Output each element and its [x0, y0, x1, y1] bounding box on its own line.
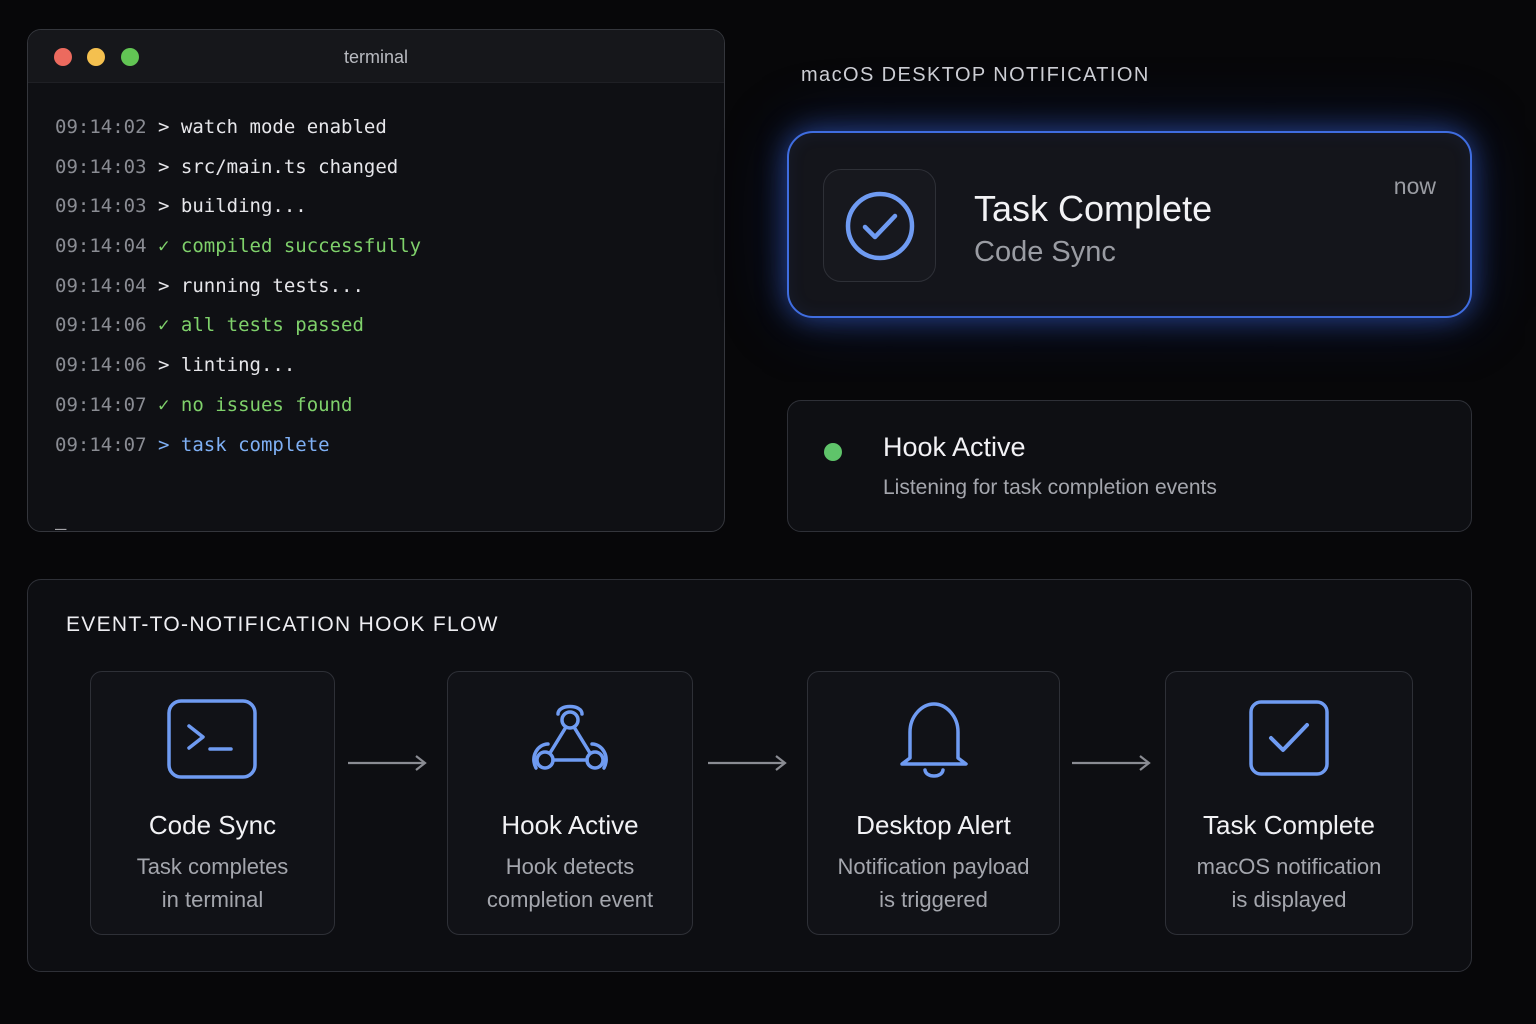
- arrow-right-icon: [348, 755, 427, 771]
- check-icon: ✓: [157, 314, 170, 337]
- terminal-line: 09:14:03 > building...: [55, 191, 421, 231]
- terminal-output: 09:14:02 > watch mode enabled 09:14:03 > …: [55, 112, 421, 469]
- terminal-message: all tests passed: [180, 314, 364, 337]
- prompt-prefix: >: [157, 354, 170, 377]
- terminal-title: terminal: [343, 47, 409, 67]
- flow-step-description: Task completes in terminal: [136, 854, 289, 912]
- prompt-prefix: >: [157, 155, 170, 178]
- terminal-line: 09:14:04 > running tests...: [55, 271, 421, 311]
- webhook-icon: [532, 704, 608, 770]
- prompt-prefix: >: [157, 116, 170, 138]
- flow-step-description: Hook detects completion event: [486, 854, 654, 912]
- terminal-timestamp: 09:14:07: [55, 393, 147, 416]
- terminal-line: 09:14:06 ✓ all tests passed: [55, 310, 421, 350]
- terminal-timestamp: 09:14:06: [55, 354, 147, 377]
- terminal-window[interactable]: terminal 09:14:02 > watch mode enabled 09…: [27, 29, 725, 532]
- check-circle-icon: [845, 191, 915, 261]
- arrow-right-icon: [708, 755, 787, 771]
- terminal-message: src/main.ts changed: [180, 155, 399, 178]
- status-indicator-dot: [824, 443, 842, 461]
- flow-step-title: Task Complete: [1203, 810, 1375, 840]
- terminal-timestamp: 09:14:03: [55, 195, 147, 218]
- arrow-right-icon: [1072, 755, 1151, 771]
- checkbox-icon: [1249, 700, 1329, 776]
- flow-step-description: Notification payload is triggered: [837, 854, 1030, 912]
- terminal-timestamp: 09:14:02: [55, 116, 147, 138]
- terminal-message: watch mode enabled: [180, 116, 387, 138]
- check-icon: ✓: [157, 393, 170, 416]
- terminal-cursor: _: [55, 508, 67, 530]
- flow-step-task-complete: Task Complete macOS notification is disp…: [1165, 671, 1413, 935]
- terminal-line: 09:14:07 > task complete: [55, 430, 421, 470]
- flow-step-hook-active: Hook Active Hook detects completion even…: [447, 671, 693, 935]
- notification-time: now: [1393, 173, 1436, 199]
- notification-app-icon: [823, 169, 936, 282]
- terminal-line: 09:14:03 > src/main.ts changed: [55, 152, 421, 192]
- flow-step-description: macOS notification is displayed: [1196, 854, 1382, 912]
- notification-section-heading: macOS DESKTOP NOTIFICATION: [801, 64, 1150, 86]
- prompt-prefix: >: [157, 433, 170, 456]
- hook-status-card: Hook Active Listening for task completio…: [787, 400, 1472, 532]
- hook-status-title: Hook Active: [883, 432, 1026, 462]
- terminal-message: task complete: [180, 433, 330, 456]
- terminal-icon: [166, 699, 257, 779]
- terminal-timestamp: 09:14:03: [55, 155, 147, 178]
- flow-step-title: Desktop Alert: [856, 810, 1011, 840]
- flow-step-title: Hook Active: [501, 810, 639, 840]
- flow-step-title: Code Sync: [148, 810, 277, 840]
- terminal-line: 09:14:04 ✓ compiled successfully: [55, 231, 421, 271]
- prompt-prefix: >: [157, 195, 170, 218]
- terminal-line: 09:14:07 ✓ no issues found: [55, 390, 421, 430]
- hook-status-description: Listening for task completion events: [883, 476, 1217, 499]
- terminal-line: 09:14:06 > linting...: [55, 350, 421, 390]
- terminal-message: compiled successfully: [180, 235, 422, 258]
- prompt-prefix: >: [157, 274, 170, 297]
- notification-subtitle: Code Sync: [974, 236, 1116, 268]
- terminal-line: 09:14:02 > watch mode enabled: [55, 112, 421, 152]
- flow-step-code-sync: Code Sync Task completes in terminal: [90, 671, 335, 935]
- terminal-message: building...: [180, 195, 307, 218]
- hook-flow-panel: EVENT-TO-NOTIFICATION HOOK FLOW Code Syn…: [27, 579, 1472, 972]
- terminal-timestamp: 09:14:06: [55, 314, 147, 337]
- bell-icon: [899, 702, 968, 778]
- terminal-titlebar[interactable]: terminal: [28, 30, 724, 83]
- terminal-timestamp: 09:14:04: [55, 235, 147, 258]
- flow-step-desktop-alert: Desktop Alert Notification payload is tr…: [807, 671, 1060, 935]
- desktop-notification[interactable]: Task Complete Code Sync now: [787, 131, 1472, 318]
- terminal-message: running tests...: [180, 274, 364, 297]
- check-icon: ✓: [157, 235, 170, 258]
- notification-title: Task Complete: [974, 188, 1213, 229]
- terminal-timestamp: 09:14:04: [55, 274, 147, 297]
- terminal-message: no issues found: [180, 393, 353, 416]
- hook-flow-heading: EVENT-TO-NOTIFICATION HOOK FLOW: [66, 613, 499, 636]
- terminal-timestamp: 09:14:07: [55, 433, 147, 456]
- terminal-message: linting...: [180, 354, 296, 377]
